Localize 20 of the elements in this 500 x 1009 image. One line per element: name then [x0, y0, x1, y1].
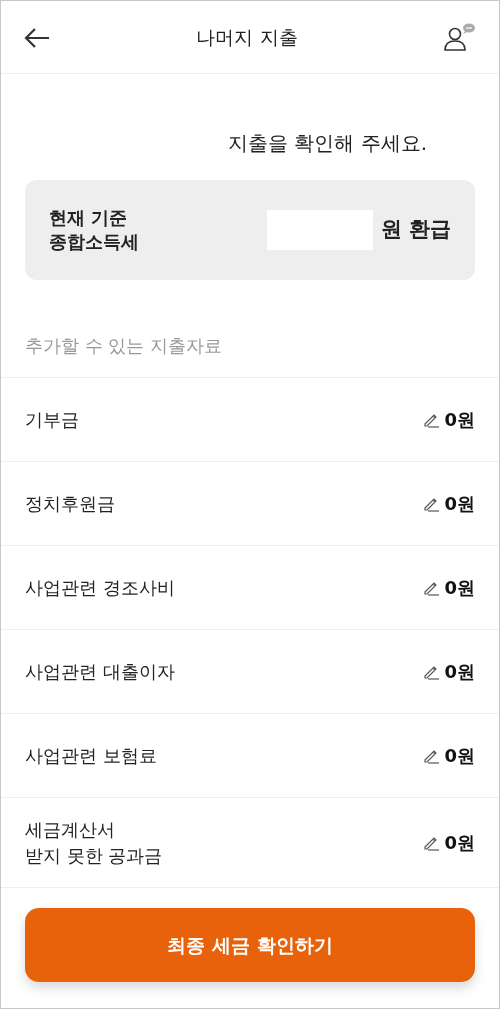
expense-amount: 0원 [444, 660, 475, 684]
expense-name: 기부금 [25, 407, 79, 432]
expense-name: 세금계산서 받지 못한 공과금 [25, 818, 163, 868]
expense-amount: 0원 [444, 831, 475, 855]
expense-name: 사업관련 보험료 [25, 743, 157, 768]
expense-name: 정치후원금 [25, 491, 115, 516]
section-label: 추가할 수 있는 지출자료 [1, 280, 499, 378]
expense-name: 사업관련 대출이자 [25, 659, 175, 684]
expense-amount: 0원 [444, 408, 475, 432]
instruction-text: 지출을 확인해 주세요. [226, 130, 428, 157]
expense-amount: 0원 [444, 744, 475, 768]
refund-text: 원 환급 [380, 216, 451, 244]
back-button[interactable] [23, 25, 51, 49]
summary-label: 현재 기준 종합소득세 [49, 205, 139, 254]
final-tax-button[interactable]: 최종 세금 확인하기 [25, 908, 475, 982]
expense-name: 사업관련 경조사비 [25, 575, 175, 600]
expense-amount: 0원 [444, 492, 475, 516]
profile-chat-icon[interactable] [443, 22, 477, 52]
page-title: 나머지 지출 [196, 24, 298, 50]
expense-amount: 0원 [444, 576, 475, 600]
